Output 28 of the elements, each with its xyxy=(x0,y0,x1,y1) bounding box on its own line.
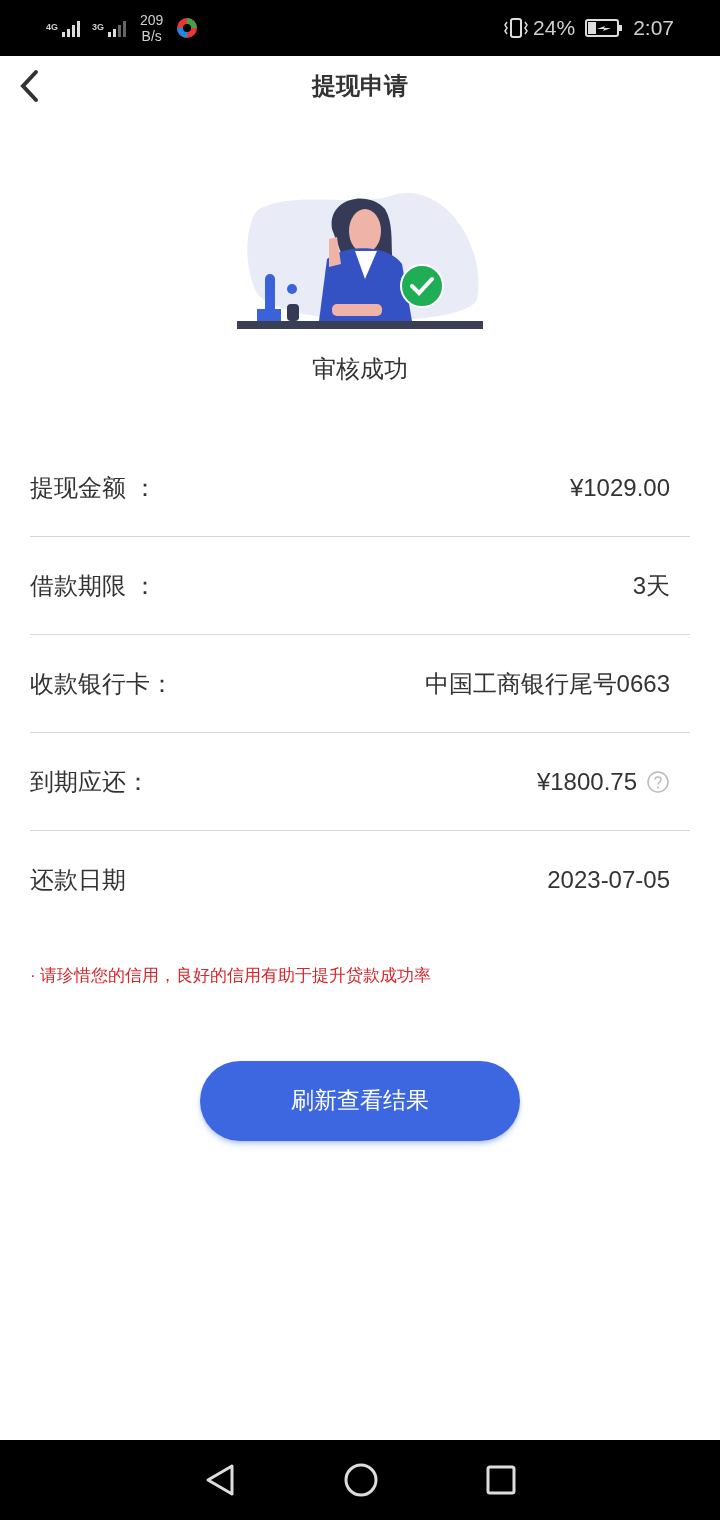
check-badge-icon xyxy=(400,264,444,308)
field-value: ¥1800.75 xyxy=(536,766,637,797)
page-title: 提现申请 xyxy=(312,71,408,101)
home-nav-icon[interactable] xyxy=(344,1463,378,1497)
back-nav-icon[interactable] xyxy=(204,1463,236,1497)
notice-text: · 请珍惜您的信用，良好的信用有助于提升贷款成功率 xyxy=(30,966,432,985)
vibrate-icon xyxy=(503,17,530,39)
refresh-button[interactable]: 刷新查看结果 xyxy=(200,1060,520,1141)
field-label: 提现金额 ： xyxy=(30,472,157,503)
field-label: 借款期限 ： xyxy=(30,570,157,601)
recents-nav-icon[interactable] xyxy=(486,1465,516,1495)
status-text: 审核成功 xyxy=(312,354,408,384)
field-value: 3天 xyxy=(632,570,670,601)
app-icon xyxy=(175,16,200,40)
field-label: 到期应还： xyxy=(30,766,150,797)
field-value: ¥1029.00 xyxy=(569,472,670,503)
back-icon[interactable] xyxy=(18,69,40,103)
speed-value: 209 xyxy=(140,12,164,28)
field-value: 2023-07-05 xyxy=(547,865,670,895)
speed-unit: B/s xyxy=(141,28,162,44)
clock-time: 2:07 xyxy=(633,15,674,42)
network-label: 4G xyxy=(46,21,58,35)
field-value: 中国工商银行尾号0663 xyxy=(424,668,670,699)
battery-percentage: 24% xyxy=(533,15,576,42)
field-label: 收款银行卡： xyxy=(30,668,174,699)
network-label: 3G xyxy=(92,21,105,35)
field-label: 还款日期 xyxy=(30,865,126,895)
battery-icon xyxy=(585,18,624,38)
